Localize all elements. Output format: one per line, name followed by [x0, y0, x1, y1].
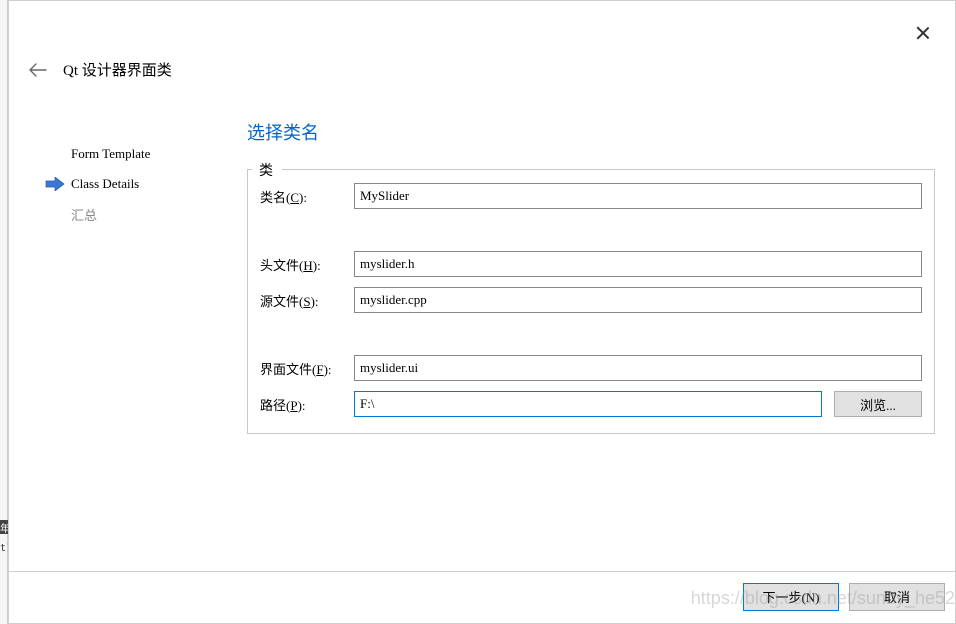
step-label: Form Template	[71, 146, 150, 162]
side-ruler-marks: 年 t]	[0, 504, 8, 564]
input-source-file[interactable]	[354, 287, 922, 313]
label-path: 路径(P):	[260, 395, 348, 414]
step-label: 汇总	[71, 205, 97, 224]
input-class-name[interactable]	[354, 183, 922, 209]
wizard-dialog: Qt 设计器界面类 Form Template Class Details 汇总…	[8, 0, 956, 624]
section-title: 选择类名	[247, 119, 935, 145]
row-path: 路径(P): 浏览...	[260, 391, 922, 417]
step-indicator-empty	[45, 207, 65, 221]
class-group-box: 类 类名(C): 头文件(H): 源文件(S): 界面文件(F): 路径(P):	[247, 169, 935, 434]
row-source-file: 源文件(S):	[260, 287, 922, 313]
dialog-title: Qt 设计器界面类	[63, 59, 172, 80]
input-path[interactable]	[354, 391, 822, 417]
step-label: Class Details	[71, 176, 139, 192]
dialog-footer: 下一步(N) 取消	[9, 571, 955, 621]
browse-button[interactable]: 浏览...	[834, 391, 922, 417]
row-ui-file: 界面文件(F):	[260, 355, 922, 381]
label-ui-file: 界面文件(F):	[260, 359, 348, 378]
step-indicator-empty	[45, 147, 65, 161]
row-header-file: 头文件(H):	[260, 251, 922, 277]
wizard-steps-sidebar: Form Template Class Details 汇总	[45, 139, 225, 229]
input-ui-file[interactable]	[354, 355, 922, 381]
label-class-name: 类名(C):	[260, 187, 348, 206]
dialog-header: Qt 设计器界面类	[29, 59, 172, 80]
current-step-arrow-icon	[45, 177, 65, 191]
back-arrow-icon[interactable]	[29, 63, 47, 77]
step-class-details[interactable]: Class Details	[45, 169, 225, 199]
cancel-button[interactable]: 取消	[849, 583, 945, 611]
left-edge-panel: 年 t]	[0, 0, 8, 624]
next-button[interactable]: 下一步(N)	[743, 583, 839, 611]
close-icon[interactable]	[913, 23, 933, 43]
label-source-file: 源文件(S):	[260, 291, 348, 310]
group-title: 类	[256, 160, 276, 180]
input-header-file[interactable]	[354, 251, 922, 277]
wizard-content: 选择类名 类 类名(C): 头文件(H): 源文件(S): 界面文件(F): 路…	[247, 119, 935, 434]
step-form-template[interactable]: Form Template	[45, 139, 225, 169]
row-class-name: 类名(C):	[260, 183, 922, 209]
step-summary: 汇总	[45, 199, 225, 229]
label-header-file: 头文件(H):	[260, 255, 348, 274]
